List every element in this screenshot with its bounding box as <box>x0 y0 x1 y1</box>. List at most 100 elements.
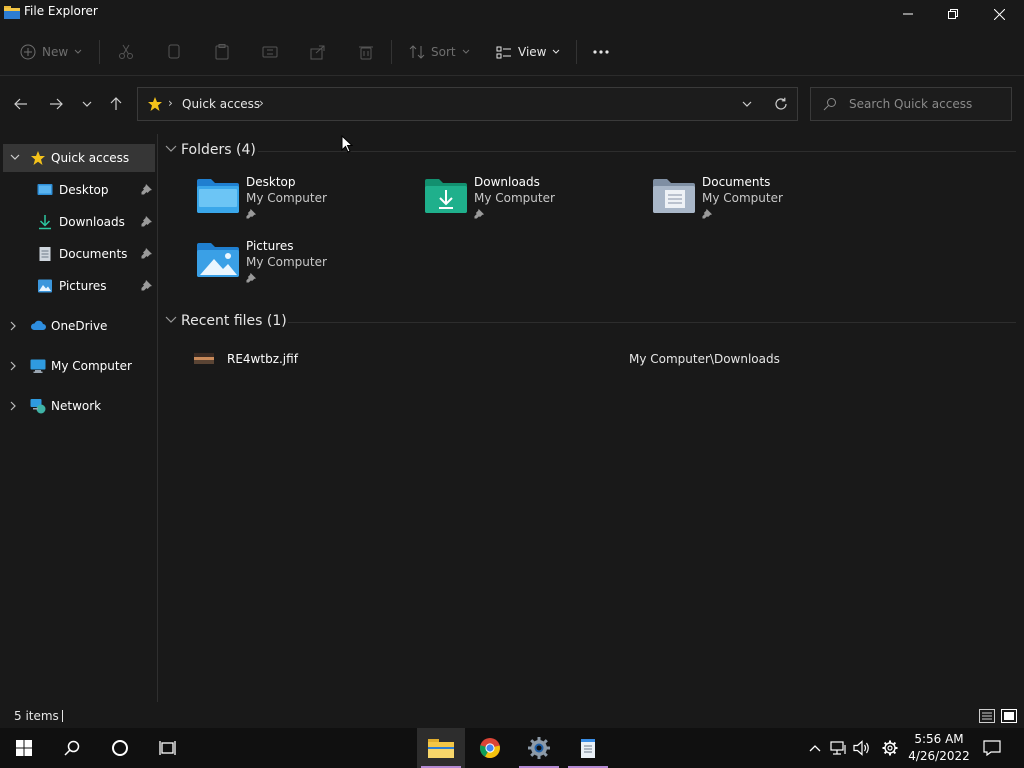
chevron-down-icon[interactable] <box>10 154 20 160</box>
new-button[interactable]: New <box>20 38 82 66</box>
chrome-icon <box>479 738 500 758</box>
up-button[interactable] <box>104 92 128 116</box>
folder-location: My Computer <box>702 191 783 205</box>
folders-header-label: Folders (4) <box>181 142 256 158</box>
paste-button[interactable] <box>214 38 230 66</box>
downloads-folder-icon <box>425 179 467 213</box>
sidebar-item-onedrive[interactable]: OneDrive <box>0 312 157 340</box>
sidebar-item-quick-access[interactable]: Quick access <box>3 144 155 172</box>
chevron-down-icon <box>74 49 82 54</box>
folder-name: Desktop <box>246 175 296 189</box>
gear-icon <box>528 737 550 759</box>
taskbar-app-settings[interactable] <box>515 728 563 768</box>
back-button[interactable] <box>9 92 33 116</box>
section-divider <box>288 322 1016 323</box>
share-button[interactable] <box>310 38 326 66</box>
taskbar-app-file-explorer[interactable] <box>417 728 465 768</box>
folder-tile-documents[interactable]: Documents My Computer <box>652 175 872 231</box>
sidebar-item-downloads[interactable]: Downloads <box>0 208 157 236</box>
start-button[interactable] <box>0 728 48 768</box>
search-input[interactable] <box>849 95 1004 113</box>
chevron-right-icon[interactable] <box>10 401 16 411</box>
arrow-left-icon <box>14 98 27 110</box>
title-bar: File Explorer <box>0 0 1024 28</box>
minimize-icon <box>903 13 913 15</box>
network-tray-button[interactable] <box>829 738 849 758</box>
task-view-button[interactable] <box>144 728 192 768</box>
recent-file-row[interactable]: RE4wtbz.jfif My Computer\Downloads <box>192 350 1012 370</box>
address-history-chevron-icon[interactable] <box>742 101 752 107</box>
download-icon <box>39 215 51 230</box>
clock-date: 4/26/2022 <box>908 749 970 763</box>
window-title: File Explorer <box>24 4 98 18</box>
large-icons-view-icon[interactable] <box>1001 709 1017 723</box>
cut-button[interactable] <box>118 38 134 66</box>
taskbar-search-button[interactable] <box>48 728 96 768</box>
pin-icon <box>246 208 257 219</box>
scissors-icon <box>119 44 133 59</box>
toolbar-divider <box>99 40 100 64</box>
sidebar-item-label: Quick access <box>51 151 130 165</box>
taskbar-clock[interactable]: 5:56 AM 4/26/2022 <box>904 731 974 765</box>
status-divider <box>62 710 63 722</box>
sidebar-item-pictures[interactable]: Pictures <box>0 272 157 300</box>
sidebar-item-label: OneDrive <box>51 319 108 333</box>
search-icon <box>823 98 836 111</box>
plus-circle-icon <box>20 44 36 60</box>
close-button[interactable] <box>976 0 1022 28</box>
sidebar-item-network[interactable]: Network <box>0 392 157 420</box>
clock-time: 5:56 AM <box>914 732 964 746</box>
restore-icon <box>948 9 958 19</box>
taskbar-app-notepad[interactable] <box>564 728 612 768</box>
forward-button[interactable] <box>44 92 68 116</box>
pin-icon[interactable] <box>141 183 153 195</box>
settings-tray-button[interactable] <box>880 738 900 758</box>
see-more-button[interactable] <box>592 38 610 66</box>
cloud-icon <box>30 320 46 330</box>
computer-icon <box>30 359 46 373</box>
arrow-right-icon <box>50 98 63 110</box>
cortana-button[interactable] <box>96 728 144 768</box>
breadcrumb-quick-access[interactable]: Quick access <box>182 97 260 111</box>
search-box[interactable] <box>810 87 1012 121</box>
navigation-pane: Quick access Desktop Downloads Documents <box>0 134 158 702</box>
sidebar-item-desktop[interactable]: Desktop <box>0 176 157 204</box>
copy-button[interactable] <box>166 38 182 66</box>
chevron-up-icon <box>809 745 821 752</box>
chevron-right-icon[interactable] <box>10 361 16 371</box>
show-hidden-icons-button[interactable] <box>805 738 825 758</box>
sort-button[interactable]: Sort <box>409 38 470 66</box>
sidebar-item-label: Documents <box>59 247 128 261</box>
details-view-icon[interactable] <box>979 709 995 723</box>
volume-tray-button[interactable] <box>852 738 872 758</box>
pin-icon <box>474 208 485 219</box>
folder-tile-desktop[interactable]: Desktop My Computer <box>196 175 416 231</box>
chevron-down-icon <box>165 316 177 323</box>
sidebar-item-documents[interactable]: Documents <box>0 240 157 268</box>
pictures-icon <box>38 279 52 293</box>
restore-button[interactable] <box>930 0 976 28</box>
taskbar-app-chrome[interactable] <box>466 728 514 768</box>
action-center-button[interactable] <box>982 738 1002 758</box>
clipboard-icon <box>215 44 229 60</box>
recent-locations-button[interactable] <box>75 92 99 116</box>
minimize-button[interactable] <box>885 0 931 28</box>
toolbar-divider <box>391 40 392 64</box>
chevron-right-icon[interactable] <box>10 321 16 331</box>
sidebar-item-my-computer[interactable]: My Computer <box>0 352 157 380</box>
pin-icon[interactable] <box>141 279 153 291</box>
image-thumbnail-icon <box>194 353 214 364</box>
view-button[interactable]: View <box>496 38 560 66</box>
address-bar[interactable]: › Quick access › <box>137 87 798 121</box>
delete-button[interactable] <box>358 38 374 66</box>
folder-tile-downloads[interactable]: Downloads My Computer <box>424 175 644 231</box>
folder-tile-pictures[interactable]: Pictures My Computer <box>196 239 416 295</box>
sort-label: Sort <box>431 45 456 59</box>
pin-icon[interactable] <box>141 215 153 227</box>
close-icon <box>993 8 1005 20</box>
refresh-icon[interactable] <box>774 97 788 111</box>
section-divider <box>258 151 1016 152</box>
pin-icon[interactable] <box>141 247 153 259</box>
toolbar-divider <box>576 40 577 64</box>
rename-button[interactable] <box>262 38 278 66</box>
